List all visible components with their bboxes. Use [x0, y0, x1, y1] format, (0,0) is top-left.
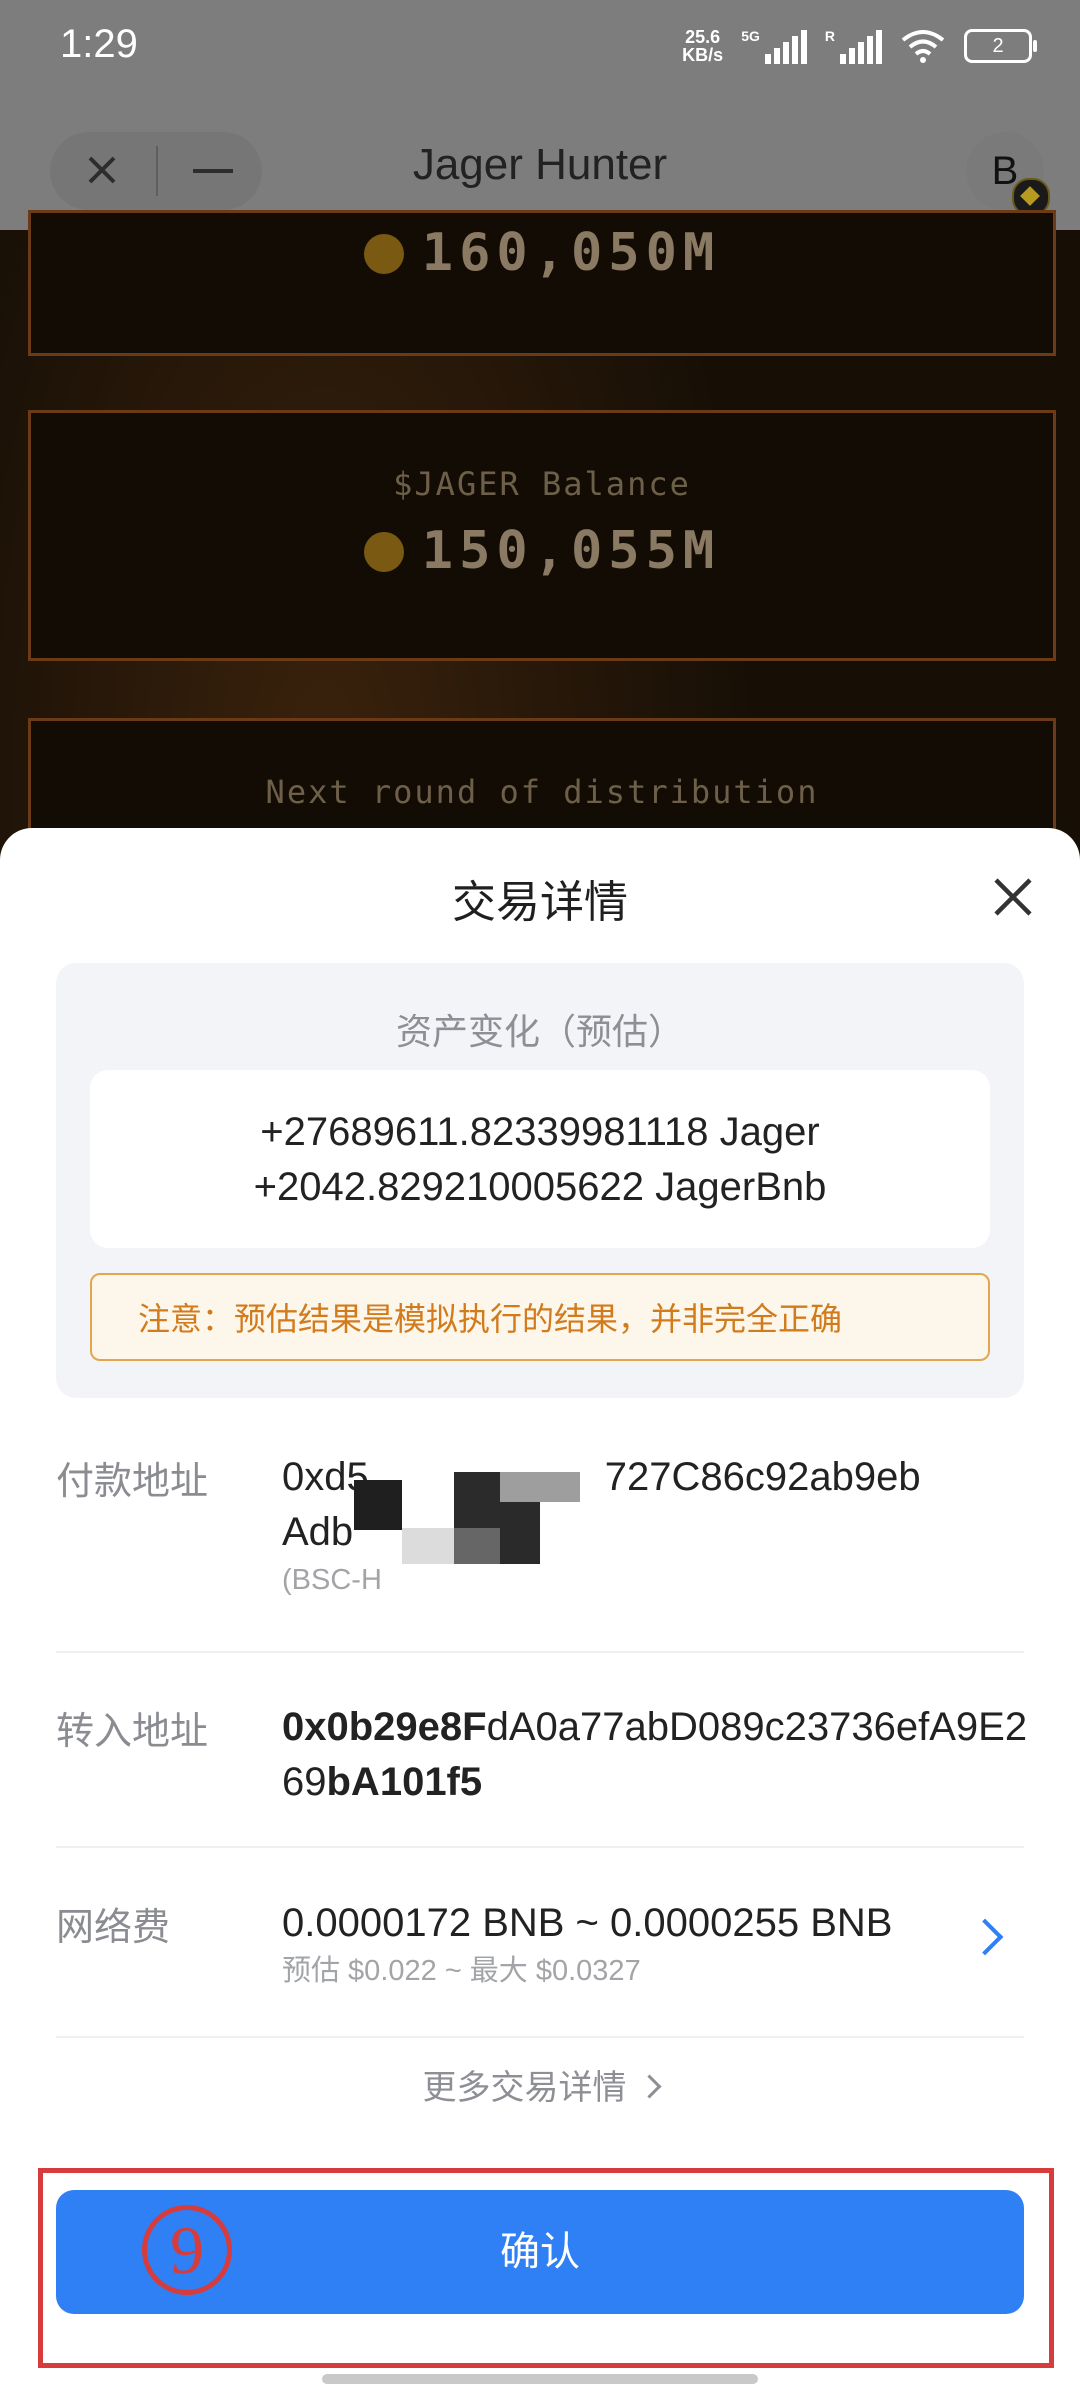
divider — [56, 2036, 1024, 2038]
asset-change-card: 资产变化（预估） +27689611.82339981118 Jager +20… — [56, 963, 1024, 1398]
pay-address-label: 付款地址 — [56, 1459, 209, 1503]
page-title: Jager Hunter — [412, 140, 668, 189]
fee-range: 0.0000172 BNB ~ 0.0000255 BNB — [282, 1901, 893, 1945]
stat-value: 160,050M — [31, 223, 1053, 283]
pay-address-row: 付款地址 0xd5 727C86c92ab9eb Adb (BSC-H — [56, 1450, 1024, 1610]
status-bar: 1:29 25.6 KB/s 5G R 2 — [0, 0, 1080, 110]
game-stat-box: 160,050M — [28, 210, 1056, 356]
network-fee-label: 网络费 — [56, 1905, 171, 1949]
account-avatar[interactable]: B — [966, 132, 1050, 216]
network-speed: 25.6 KB/s — [682, 28, 723, 64]
balance-label: $JAGER Balance — [393, 465, 691, 503]
speed-value: 25.6 — [685, 27, 721, 47]
status-icons: 25.6 KB/s 5G R 2 — [682, 28, 1037, 64]
to-address-value[interactable]: 0x0b29e8FdA0a77abD089c23736efA9E2 69bA101… — [282, 1700, 1042, 1810]
asset-change-item: +27689611.82339981118 Jager — [260, 1110, 820, 1154]
speed-unit: KB/s — [682, 45, 724, 65]
jager-balance-box: $JAGER Balance 150,055M — [28, 410, 1056, 661]
divider — [56, 1846, 1024, 1848]
transaction-details-sheet: 交易详情 资产变化（预估） +27689611.82339981118 Jage… — [0, 828, 1080, 2400]
distribution-label: Next round of distribution — [265, 773, 819, 811]
cellular-signal-2-icon: R — [825, 28, 882, 64]
home-indicator[interactable] — [322, 2374, 758, 2384]
more-details-link[interactable]: 更多交易详情 — [0, 2060, 1080, 2109]
network-fee-value: 0.0000172 BNB ~ 0.0000255 BNB 预估 $0.022 … — [282, 1896, 1042, 1991]
close-icon[interactable] — [988, 872, 1038, 922]
coin-icon — [363, 532, 404, 572]
roaming-indicator: R — [824, 28, 835, 44]
step-number-annotation: 9 — [142, 2205, 232, 2295]
sheet-title: 交易详情 — [452, 877, 628, 928]
wifi-icon — [901, 30, 945, 63]
to-address-label: 转入地址 — [56, 1709, 209, 1753]
battery-level: 2 — [992, 35, 1004, 57]
asset-change-values: +27689611.82339981118 Jager +2042.829210… — [90, 1070, 990, 1248]
network-type: 5G — [741, 28, 760, 44]
battery-icon: 2 — [964, 29, 1037, 63]
warning-notice: 注意：预估结果是模拟执行的结果，并非完全正确 — [90, 1273, 990, 1361]
asset-change-item: +2042.829210005622 JagerBnb — [253, 1165, 827, 1209]
chevron-right-icon — [636, 2074, 662, 2099]
status-time: 1:29 — [60, 22, 138, 66]
pay-network: (BSC-H — [282, 1564, 382, 1596]
to-address-row: 转入地址 0x0b29e8FdA0a77abD089c23736efA9E2 69… — [56, 1700, 1027, 1820]
coin-icon — [363, 234, 404, 274]
asset-change-title: 资产变化（预估） — [395, 1012, 684, 1053]
divider — [56, 1651, 1024, 1653]
fee-estimate: 预估 $0.022 ~ 最大 $0.0327 — [282, 1955, 641, 1987]
cellular-signal-icon: 5G — [741, 28, 807, 64]
network-fee-row[interactable]: 网络费 0.0000172 BNB ~ 0.0000255 BNB 预估 $0.… — [56, 1896, 1024, 2006]
balance-value: 150,055M — [31, 521, 1053, 581]
